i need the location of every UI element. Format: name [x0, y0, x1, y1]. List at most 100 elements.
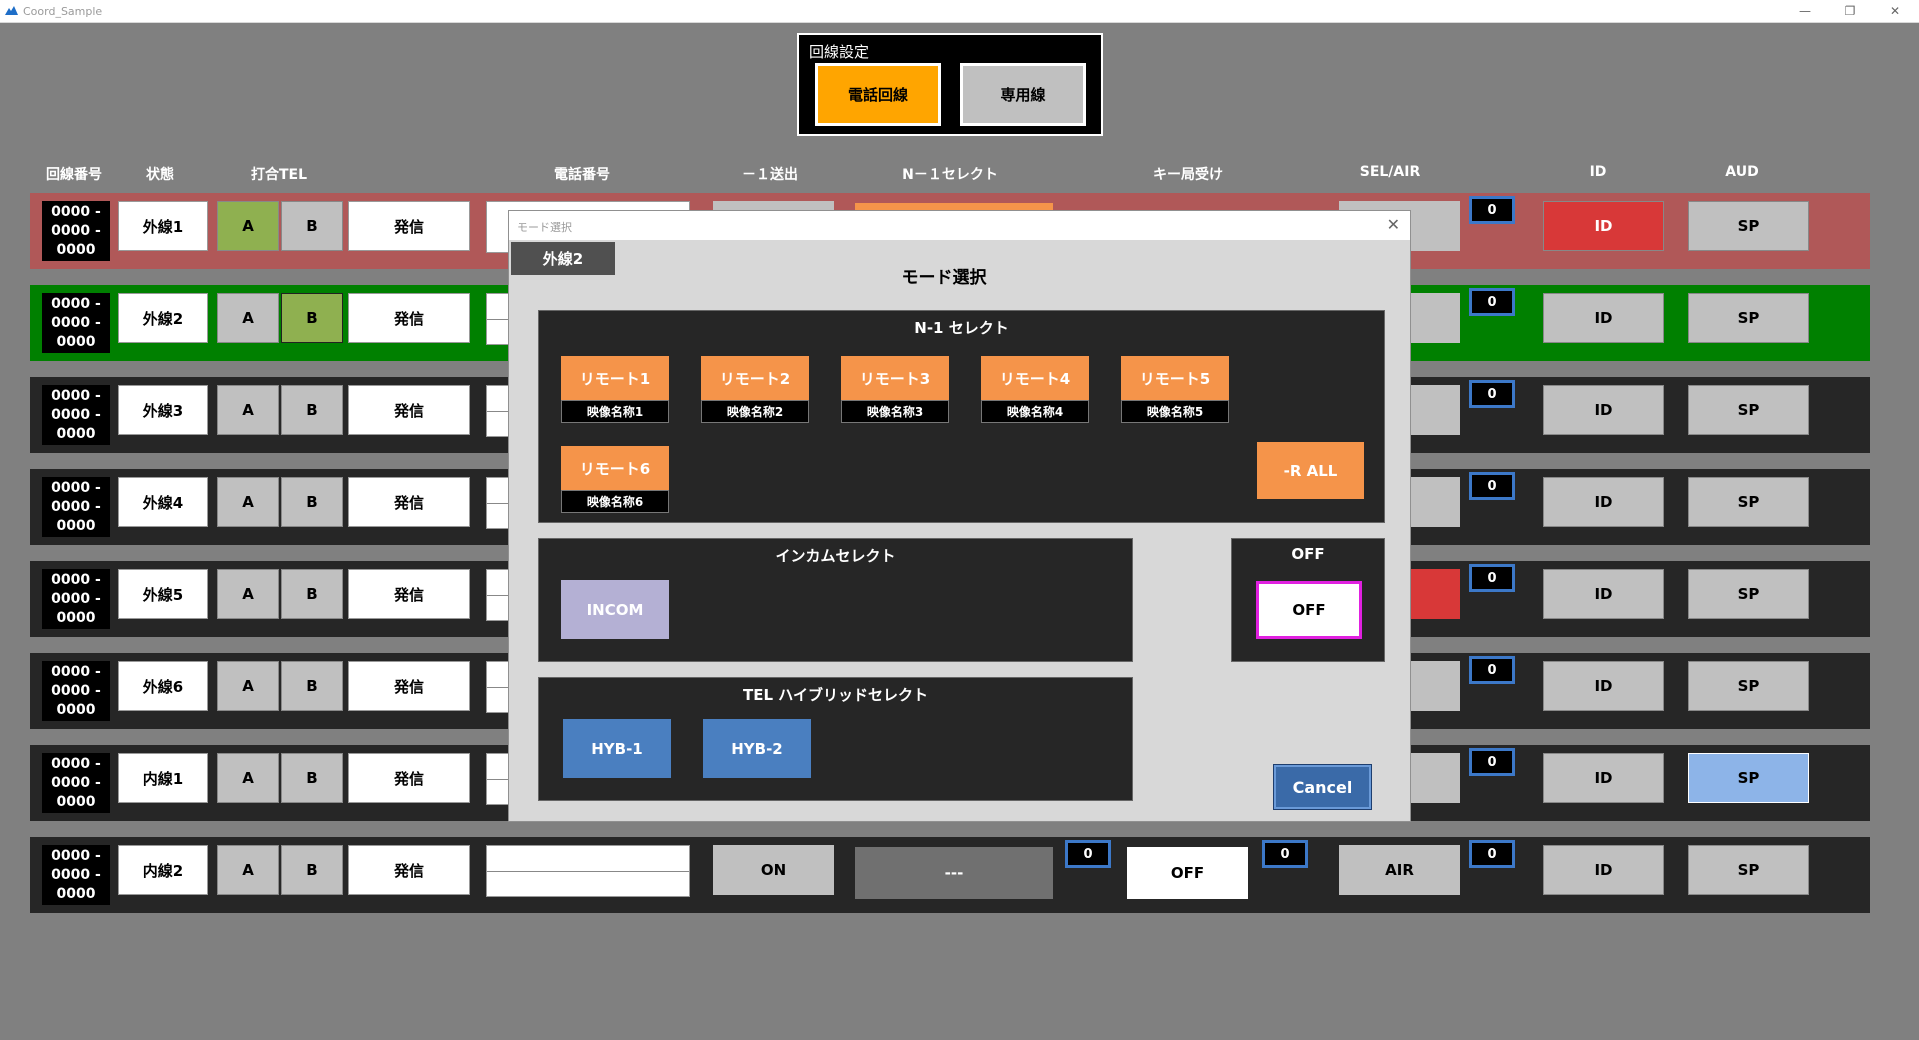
line-setting-panel: 回線設定 電話回線 専用線 [797, 33, 1103, 136]
aud-button[interactable]: SP [1688, 753, 1809, 803]
id-button[interactable]: ID [1543, 293, 1664, 343]
tel-a-button[interactable]: A [217, 201, 279, 251]
remote-3-button[interactable]: リモート3 映像名称3 [841, 356, 949, 423]
col-header-number: 回線番号 [46, 167, 102, 183]
phone-line-button[interactable]: 電話回線 [815, 63, 941, 126]
tel-b-button[interactable]: B [281, 569, 343, 619]
mode-select-dialog: モード選択 ✕ 外線2 モード選択 N-1 セレクト リモート1 映像名称1 リ… [508, 210, 1411, 822]
call-button[interactable]: 発信 [348, 661, 470, 711]
remote-4-button[interactable]: リモート4 映像名称4 [981, 356, 1089, 423]
id-button[interactable]: ID [1543, 477, 1664, 527]
id-button[interactable]: ID [1543, 661, 1664, 711]
call-button[interactable]: 発信 [348, 385, 470, 435]
off-panel: OFF OFF [1231, 538, 1385, 662]
call-button[interactable]: 発信 [348, 293, 470, 343]
col-header-aud: AUD [1725, 164, 1759, 180]
call-button[interactable]: 発信 [348, 477, 470, 527]
window-title: Coord_Sample [23, 5, 103, 18]
counter-3: 0 [1469, 748, 1515, 776]
counter-3: 0 [1469, 656, 1515, 684]
id-button[interactable]: ID [1543, 569, 1664, 619]
sel-air-button[interactable]: AIR [1339, 845, 1460, 895]
tel-b-button[interactable]: B [281, 845, 343, 895]
line-status: 外線1 [118, 201, 208, 251]
col-header-selair: SEL/AIR [1359, 164, 1421, 180]
restore-icon[interactable]: ❐ [1830, 2, 1870, 20]
dedicated-line-button[interactable]: 専用線 [960, 63, 1086, 126]
line-number: 0000 -0000 -0000 [42, 385, 110, 445]
intercom-select-panel: インカムセレクト INCOM [538, 538, 1133, 662]
off-button[interactable]: OFF [1256, 581, 1362, 639]
tel-a-button[interactable]: A [217, 845, 279, 895]
col-header-status: 状態 [146, 167, 174, 183]
app-icon [5, 6, 18, 15]
counter-1: 0 [1065, 840, 1111, 868]
tel-a-button[interactable]: A [217, 753, 279, 803]
aud-button[interactable]: SP [1688, 385, 1809, 435]
counter-2: 0 [1262, 840, 1308, 868]
call-button[interactable]: 発信 [348, 569, 470, 619]
tel-b-button[interactable]: B [281, 753, 343, 803]
line-status: 内線2 [118, 845, 208, 895]
call-button[interactable]: 発信 [348, 201, 470, 251]
key-station-button[interactable]: OFF [1127, 847, 1248, 899]
tel-b-button[interactable]: B [281, 477, 343, 527]
tel-a-button[interactable]: A [217, 477, 279, 527]
line-number: 0000 -0000 -0000 [42, 753, 110, 813]
tel-a-button[interactable]: A [217, 661, 279, 711]
close-icon[interactable]: ✕ [1875, 2, 1915, 20]
aud-button[interactable]: SP [1688, 477, 1809, 527]
line-row-8[interactable]: 0000 -0000 -0000 内線2 A B 発信 ON --- 0 OFF… [30, 837, 1870, 913]
tel-b-button[interactable]: B [281, 201, 343, 251]
col-header-phone: 電話番号 [554, 167, 610, 183]
line-status: 外線2 [118, 293, 208, 343]
hyb-2-button[interactable]: HYB-2 [703, 719, 811, 778]
id-button[interactable]: ID [1543, 753, 1664, 803]
tel-b-button[interactable]: B [281, 293, 343, 343]
send-button[interactable]: ON [713, 845, 834, 895]
aud-button[interactable]: SP [1688, 569, 1809, 619]
dialog-heading: モード選択 [901, 268, 987, 288]
line-number: 0000 -0000 -0000 [42, 845, 110, 905]
tel-a-button[interactable]: A [217, 385, 279, 435]
call-button[interactable]: 発信 [348, 845, 470, 895]
remote-6-button[interactable]: リモート6 映像名称6 [561, 446, 669, 513]
id-button[interactable]: ID [1543, 845, 1664, 895]
tel-b-button[interactable]: B [281, 385, 343, 435]
line-status: 外線5 [118, 569, 208, 619]
tel-a-button[interactable]: A [217, 569, 279, 619]
remote-1-button[interactable]: リモート1 映像名称1 [561, 356, 669, 423]
dialog-titlebar: モード選択 ✕ [509, 211, 1410, 240]
aud-button[interactable]: SP [1688, 845, 1809, 895]
minimize-icon[interactable]: — [1785, 2, 1825, 20]
aud-button[interactable]: SP [1688, 661, 1809, 711]
tel-b-button[interactable]: B [281, 661, 343, 711]
line-setting-label: 回線設定 [809, 43, 870, 61]
remote-5-button[interactable]: リモート5 映像名称5 [1121, 356, 1229, 423]
n1-select-title: N-1 セレクト [914, 319, 1009, 337]
line-number: 0000 -0000 -0000 [42, 661, 110, 721]
col-header-n1: N－１セレクト [902, 167, 998, 183]
incom-button[interactable]: INCOM [561, 580, 669, 639]
close-icon[interactable]: ✕ [1387, 215, 1400, 234]
counter-3: 0 [1469, 564, 1515, 592]
n1-select-panel: N-1 セレクト リモート1 映像名称1 リモート2 映像名称2 リモート3 映… [538, 310, 1385, 523]
aud-button[interactable]: SP [1688, 293, 1809, 343]
tel-hybrid-title: TEL ハイブリッドセレクト [743, 686, 928, 704]
call-button[interactable]: 発信 [348, 753, 470, 803]
aud-button[interactable]: SP [1688, 201, 1809, 251]
counter-3: 0 [1469, 472, 1515, 500]
n1-select-button[interactable]: --- [855, 847, 1053, 899]
id-button[interactable]: ID [1543, 385, 1664, 435]
cancel-button[interactable]: Cancel [1273, 764, 1372, 810]
line-number: 0000 -0000 -0000 [42, 477, 110, 537]
tel-a-button[interactable]: A [217, 293, 279, 343]
line-number: 0000 -0000 -0000 [42, 293, 110, 353]
hyb-1-button[interactable]: HYB-1 [563, 719, 671, 778]
phone-number-field[interactable] [486, 845, 690, 897]
r-all-button[interactable]: -R ALL [1257, 442, 1364, 499]
tel-hybrid-panel: TEL ハイブリッドセレクト HYB-1 HYB-2 [538, 677, 1133, 801]
counter-3: 0 [1469, 380, 1515, 408]
remote-2-button[interactable]: リモート2 映像名称2 [701, 356, 809, 423]
id-button[interactable]: ID [1543, 201, 1664, 251]
